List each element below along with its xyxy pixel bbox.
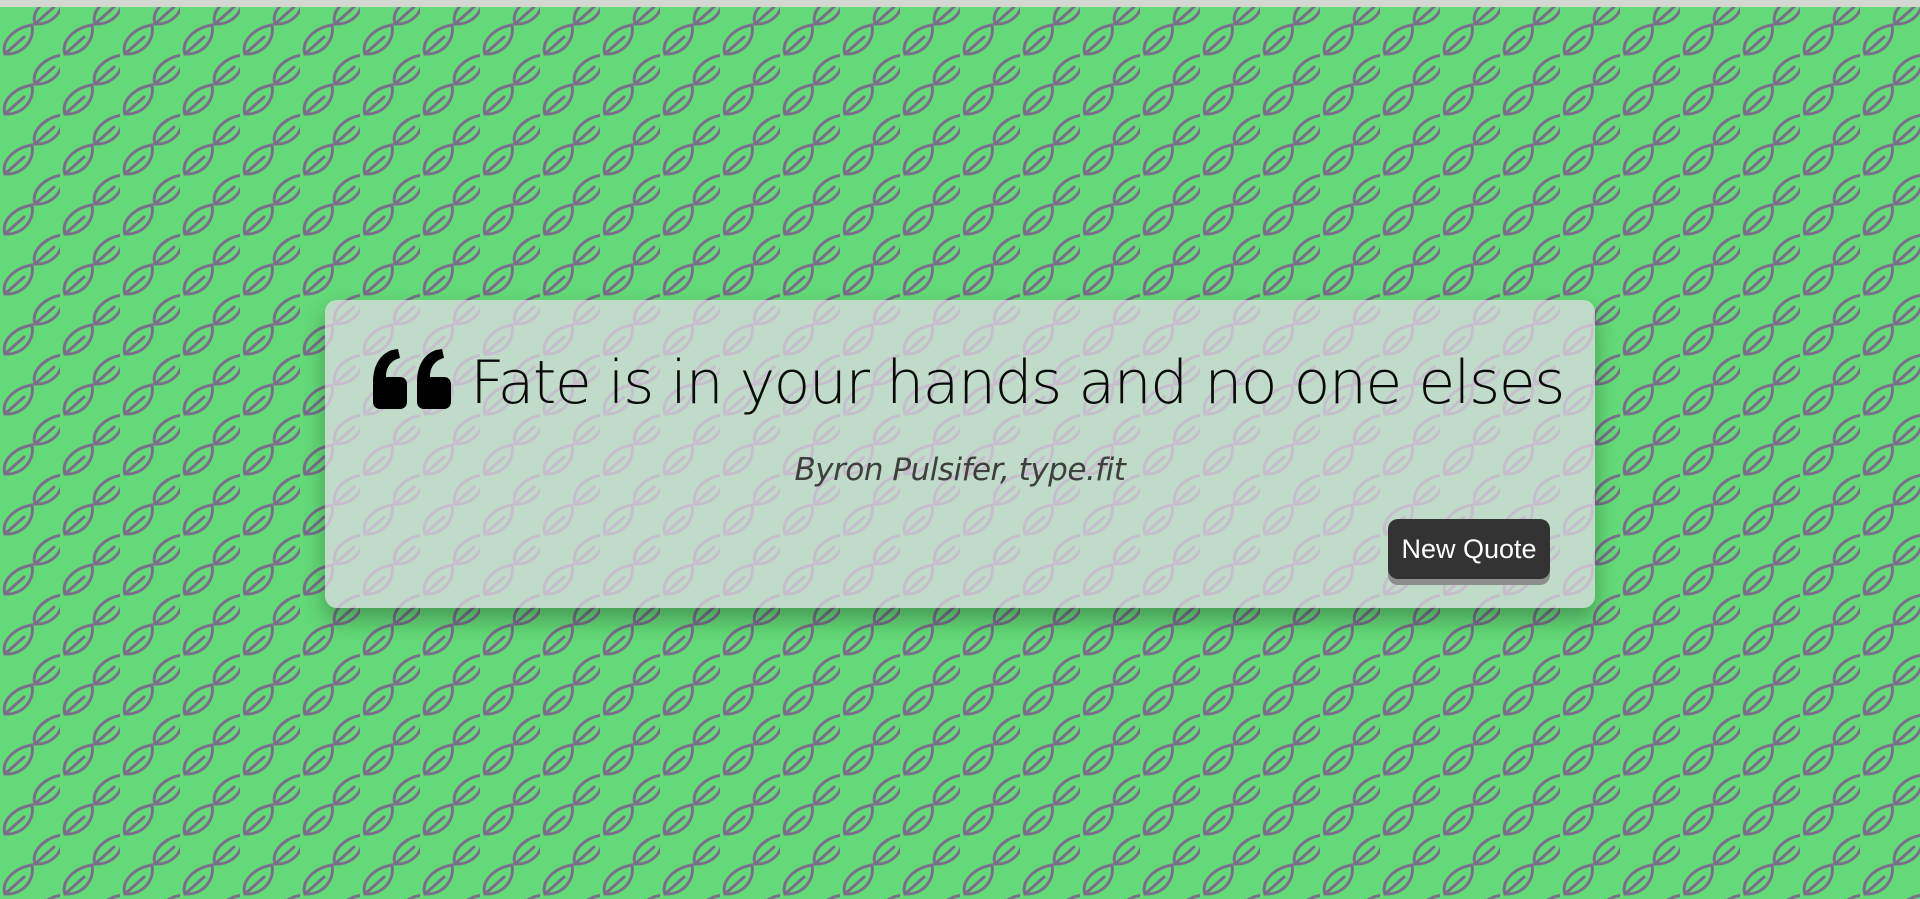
quote-author: Byron Pulsifer, type.fit	[794, 452, 1126, 488]
new-quote-button[interactable]: New Quote	[1388, 519, 1550, 579]
browser-top-strip	[0, 0, 1920, 7]
quote-row: Fate is in your hands and no one elses	[367, 338, 1567, 428]
quote-text: Fate is in your hands and no one elses	[470, 348, 1565, 418]
quote-box: Fate is in your hands and no one elses B…	[325, 300, 1595, 608]
quote-open-icon	[373, 349, 452, 409]
